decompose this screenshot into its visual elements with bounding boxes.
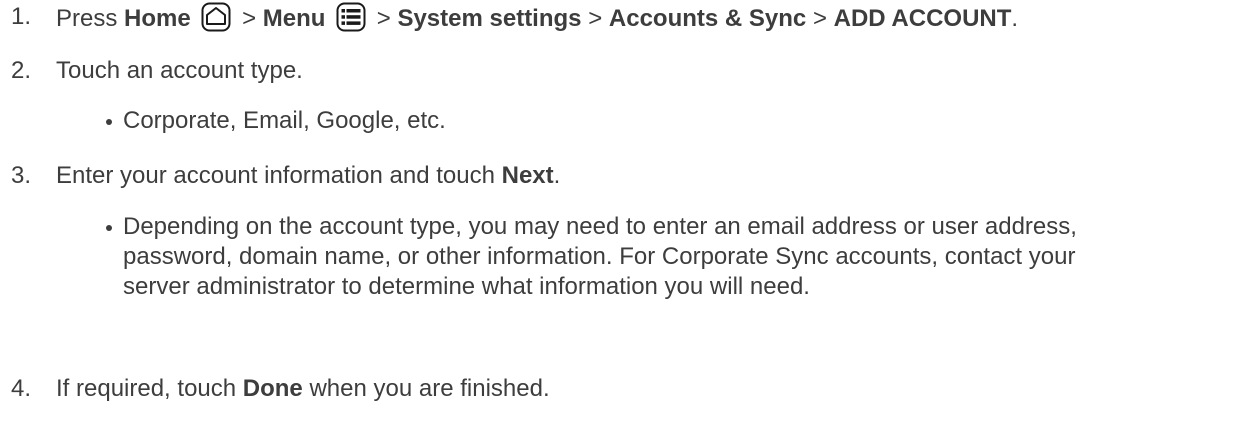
bullet-text: Depending on the account type, you may n… [123,212,1223,302]
separator: > [812,5,827,32]
step-number: 3. [11,162,32,189]
step-text-after: . [553,162,561,189]
step-text: Enter your account information and touch… [56,161,560,191]
separator: > [376,5,391,32]
add-account-label: ADD ACCOUNT [833,5,1012,32]
bullet-dot [106,225,112,231]
bullet-line: server administrator to determine what i… [123,273,810,300]
step-text-after: when you are finished. [309,375,550,402]
step-number: 4. [11,375,32,402]
step-number: 1. [11,3,32,30]
step-number: 2. [11,57,32,84]
bullet-dot [106,119,112,125]
bullet-line: password, domain name, or other informat… [123,243,1076,270]
home-key-icon [201,2,231,32]
instructions-page: 1. Press Home > Menu > System settings > [0,0,1239,425]
done-label: Done [242,375,303,402]
step-text: Touch an account type. [56,57,303,84]
bullet-line: Depending on the account type, you may n… [123,213,1077,240]
menu-key-icon [336,2,366,32]
period: . [1011,5,1019,32]
separator: > [588,5,603,32]
system-settings-label: System settings [397,5,582,32]
step-text-before: Enter your account information and touch [56,162,495,189]
accounts-sync-label: Accounts & Sync [608,5,807,32]
home-label: Home [124,5,191,32]
step-text: Press Home > Menu > System settings > Ac… [56,2,1018,34]
next-label: Next [501,162,554,189]
step-text: If required, touch Done when you are fin… [56,374,550,404]
separator: > [242,5,257,32]
bullet-text: Corporate, Email, Google, etc. [123,107,446,134]
step-text-before: If required, touch [56,375,237,402]
menu-label: Menu [262,5,326,32]
step-word: Press [56,5,118,32]
